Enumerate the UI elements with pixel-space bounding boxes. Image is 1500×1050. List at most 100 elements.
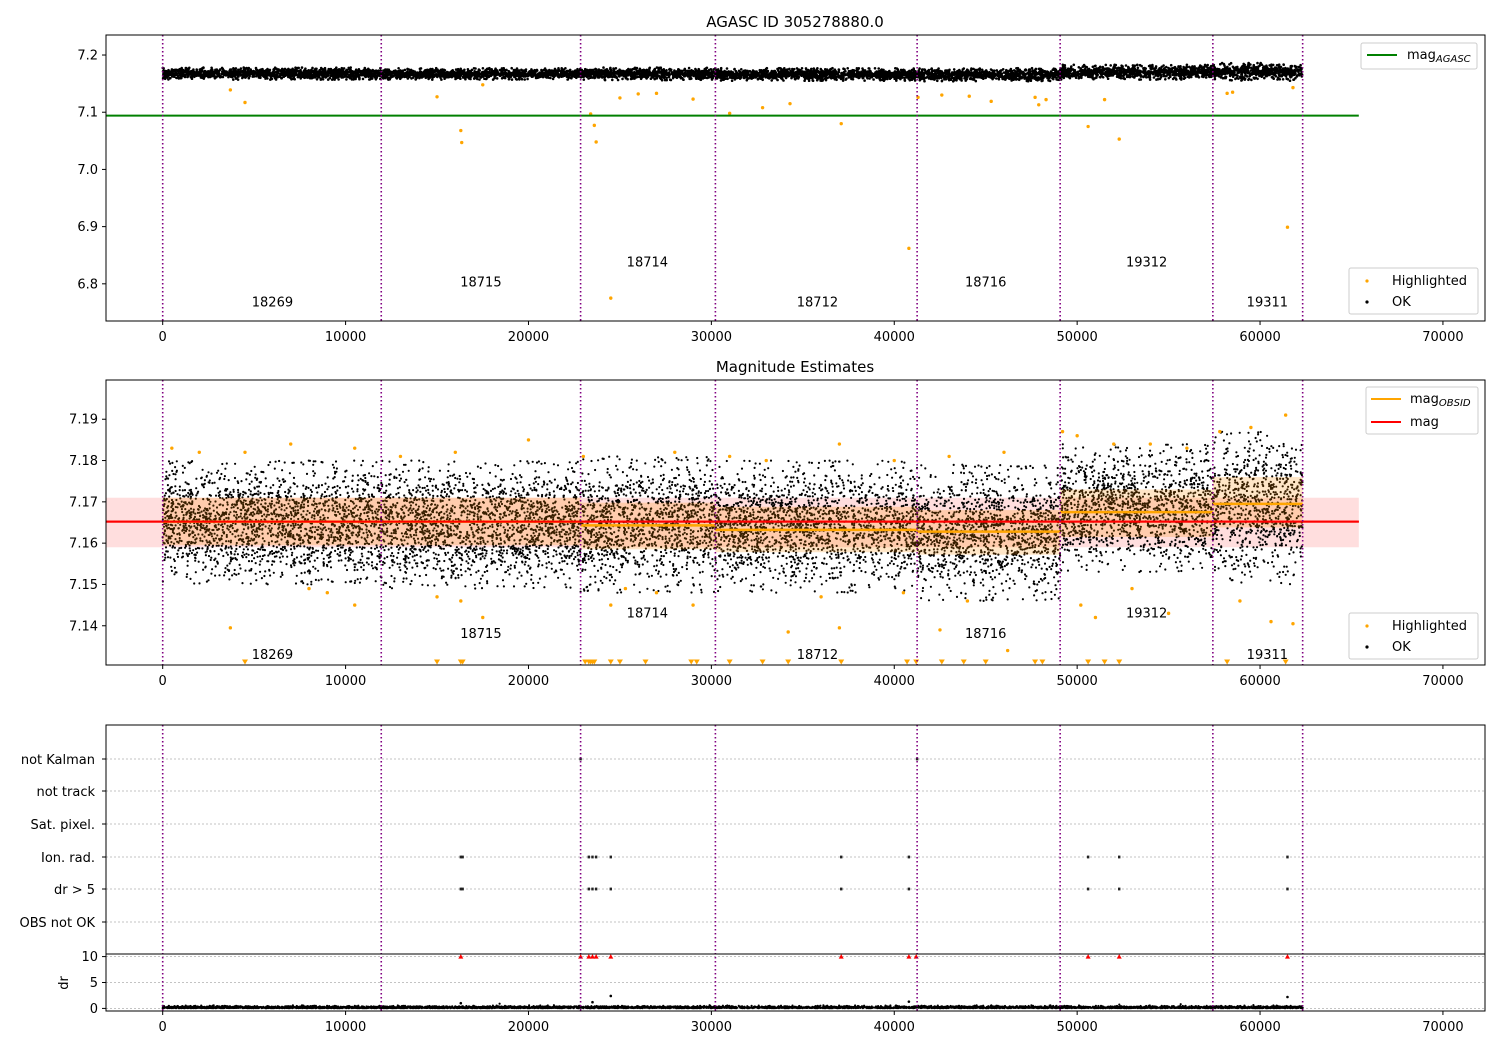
flag-label-not-track: not track	[36, 785, 95, 800]
highlighted-point	[1148, 442, 1153, 446]
highlighted-point	[1230, 90, 1235, 94]
highlighted-point	[228, 88, 233, 92]
highlighted-point	[459, 599, 463, 603]
y-tick-label: 7.16	[69, 537, 98, 552]
highlighted-point	[609, 296, 613, 300]
highlighted-point	[526, 438, 531, 442]
highlighted-point	[325, 591, 329, 595]
highlighted-point	[435, 595, 439, 599]
flag-marker	[907, 887, 911, 891]
legend-mag-obsid-label: mag	[1410, 392, 1439, 407]
highlighted-point	[594, 140, 598, 144]
highlighted-point	[1249, 425, 1253, 430]
x-tick-label: 20000	[508, 330, 549, 345]
highlighted-point	[654, 91, 659, 96]
y-tick-label: 7.1	[77, 106, 98, 121]
x-tick-label: 0	[159, 1020, 167, 1035]
highlighted-point	[481, 83, 485, 87]
x-tick-label: 30000	[691, 1020, 732, 1035]
flag-marker	[1286, 855, 1289, 859]
highlighted-point	[1291, 85, 1295, 90]
highlighted-point	[1044, 97, 1048, 102]
highlighted-point	[819, 595, 823, 599]
highlighted-point	[1112, 442, 1116, 446]
flag-marker	[594, 887, 598, 891]
x-tick-label: 10000	[325, 674, 366, 689]
flag-marker	[461, 855, 464, 859]
obsid-label: 18716	[965, 276, 1006, 291]
highlighted-point	[901, 591, 906, 595]
highlighted-point	[398, 454, 403, 459]
highlighted-point	[786, 630, 790, 634]
x-tick-label: 50000	[1056, 330, 1097, 345]
obsid-label: 19311	[1247, 296, 1288, 311]
highlighted-point	[1005, 648, 1010, 653]
obsid-label: 18715	[460, 627, 501, 642]
x-tick-label: 50000	[1056, 674, 1097, 689]
obsid-label: 19312	[1126, 607, 1167, 622]
legend-mag-agasc-sub: AGASC	[1435, 54, 1471, 65]
dr-outlier	[459, 1001, 463, 1005]
dr-tick-label: 0	[90, 1002, 98, 1017]
flag-label-dr-gt-5: dr > 5	[54, 883, 95, 898]
highlighted-point	[654, 591, 659, 595]
legend-agasc: magAGASC	[1360, 42, 1478, 70]
x-tick-label: 10000	[325, 330, 366, 345]
flag-marker	[594, 855, 598, 859]
highlighted-point	[1283, 413, 1288, 417]
y-tick-label: 7.15	[69, 578, 98, 593]
x-tick-label: 60000	[1239, 674, 1280, 689]
legend-ok: OK	[1392, 640, 1411, 655]
chart-title-magnitude-estimates: Magnitude Estimates	[716, 358, 874, 376]
dr-tick-label: 10	[81, 950, 98, 965]
highlighted-point	[618, 96, 622, 100]
x-tick-label: 70000	[1422, 330, 1463, 345]
highlighted-point	[1093, 615, 1098, 620]
highlighted-point	[1130, 586, 1134, 591]
obsid-label: 19312	[1126, 256, 1167, 271]
highlighted-point	[243, 100, 247, 105]
dr-tick-label: 5	[90, 976, 98, 991]
x-tick-label: 40000	[874, 1020, 915, 1035]
legend-mag-label: mag	[1410, 415, 1439, 430]
highlighted-point	[764, 458, 768, 463]
legend-mag-obsid-sub: OBSID	[1439, 398, 1471, 409]
highlighted-point	[1075, 434, 1079, 438]
highlighted-point	[623, 586, 628, 591]
highlighted-point	[481, 615, 485, 620]
highlighted-point	[459, 128, 463, 133]
flag-marker	[609, 887, 612, 891]
highlighted-point	[1060, 429, 1065, 434]
highlighted-point	[1117, 137, 1121, 141]
legend-highlighted: Highlighted	[1392, 619, 1467, 634]
highlighted-point	[1166, 611, 1171, 616]
x-tick-label: 50000	[1056, 1020, 1097, 1035]
flag-label-not-kalman: not Kalman	[21, 753, 95, 768]
x-tick-label: 30000	[691, 674, 732, 689]
highlighted-point	[289, 442, 293, 446]
y-tick-label: 6.8	[77, 277, 98, 292]
x-tick-label: 70000	[1422, 674, 1463, 689]
obsid-label: 18714	[627, 607, 668, 622]
x-tick-label: 0	[159, 674, 167, 689]
highlighted-point	[1079, 603, 1083, 607]
flag-marker	[591, 855, 594, 859]
highlighted-point	[592, 123, 597, 128]
flag-marker	[609, 855, 612, 859]
highlighted-point	[1002, 450, 1006, 454]
highlighted-point	[673, 450, 677, 454]
highlighted-point	[435, 95, 439, 99]
legend-ok: OK	[1392, 295, 1411, 310]
highlighted-point	[453, 450, 458, 454]
highlighted-point	[1102, 97, 1107, 102]
obsid-label: 18716	[965, 627, 1006, 642]
x-tick-label: 10000	[325, 1020, 366, 1035]
highlighted-point	[197, 450, 201, 454]
highlighted-point	[307, 586, 311, 591]
flag-label-sat-pixel: Sat. pixel.	[31, 818, 95, 833]
obsid-label: 19311	[1247, 648, 1288, 663]
highlighted-point	[609, 603, 613, 607]
x-tick-label: 60000	[1239, 330, 1280, 345]
dr-outlier	[591, 1000, 594, 1004]
legend-status-panel2: Highlighted OK	[1348, 612, 1479, 660]
